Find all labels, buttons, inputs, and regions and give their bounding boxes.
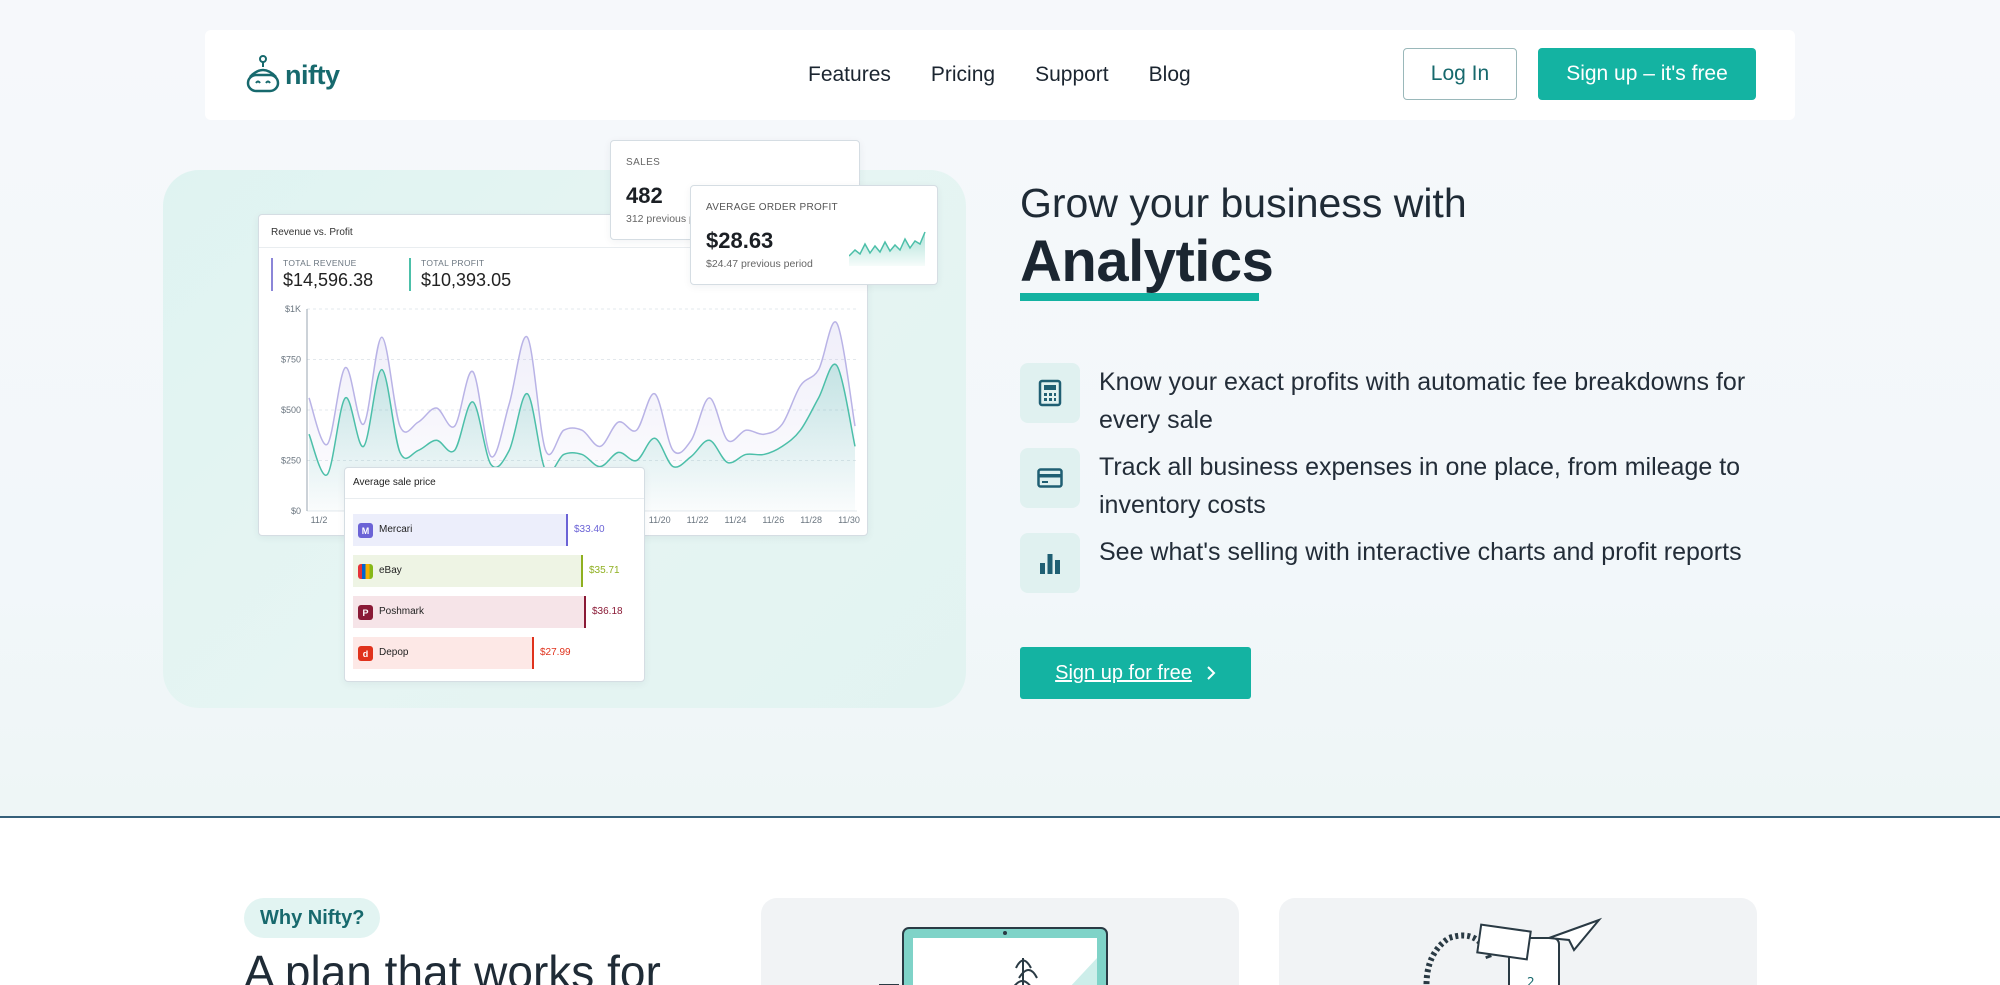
cta-signup-button[interactable]: Sign up for free	[1020, 647, 1251, 699]
x-tick-label: 11/28	[800, 515, 822, 525]
asp-bar-marker	[532, 637, 534, 669]
x-tick-label: 11/2	[311, 515, 328, 525]
feature-text: Know your exact profits with automatic f…	[1099, 368, 1746, 434]
aop-value: $28.63	[706, 228, 774, 253]
laptop-illustration	[761, 898, 1239, 985]
total-revenue-label: TOTAL REVENUE	[283, 258, 357, 268]
top-nav: nifty Features Pricing Support Blog Log …	[205, 30, 1795, 120]
phone-plane-illustration: 2	[1279, 898, 1757, 985]
y-tick-label: $250	[281, 456, 301, 466]
asp-value-label: $27.99	[540, 647, 571, 658]
nav-link-features[interactable]: Features	[808, 63, 891, 87]
mercari-logo-icon: M	[358, 523, 373, 538]
feature-text: Track all business expenses in one place…	[1099, 453, 1741, 519]
calculator-icon	[1038, 379, 1062, 407]
x-tick-label: 11/24	[724, 515, 746, 525]
feature-icon-box	[1020, 533, 1080, 593]
credit-card-icon	[1037, 468, 1063, 488]
y-tick-label: $750	[281, 355, 301, 365]
average-order-profit-card: AVERAGE ORDER PROFIT $28.63 $24.47 previ…	[690, 185, 938, 285]
nav-link-blog[interactable]: Blog	[1149, 63, 1191, 87]
revenue-card-title: Revenue vs. Profit	[271, 227, 353, 238]
ebay-logo-icon	[358, 564, 373, 579]
asp-platform-name: Poshmark	[379, 606, 425, 617]
y-tick-label: $500	[281, 405, 301, 415]
x-tick-label: 11/22	[687, 515, 709, 525]
asp-bar-marker	[581, 555, 583, 587]
nav-links: Features Pricing Support Blog	[808, 30, 1191, 120]
hero-headline-strong: Analytics	[1020, 229, 1274, 294]
nav-link-pricing[interactable]: Pricing	[931, 63, 995, 87]
cta-label: Sign up for free	[1055, 661, 1192, 684]
divider	[345, 498, 644, 499]
sparkline	[849, 231, 926, 266]
asp-bar-marker	[566, 514, 568, 546]
chevron-right-icon	[1207, 666, 1216, 680]
x-tick-label: 11/20	[649, 515, 671, 525]
total-revenue-value: $14,596.38	[283, 270, 374, 290]
sales-label: SALES	[626, 157, 661, 168]
aop-previous: $24.47 previous period	[706, 258, 813, 270]
asp-platform-name: Depop	[379, 647, 409, 658]
hero-headline: Grow your business with	[1020, 180, 1467, 226]
phone-paper-plane-image: 2	[1423, 917, 1603, 985]
y-tick-label: $0	[291, 506, 301, 516]
headline-underline	[1020, 293, 1259, 301]
section-title: A plan that works for	[244, 946, 661, 985]
asp-platform-name: Mercari	[379, 524, 413, 535]
y-tick-label: $1K	[285, 304, 301, 314]
aop-label: AVERAGE ORDER PROFIT	[706, 202, 838, 213]
total-profit-value: $10,393.05	[421, 270, 512, 290]
asp-value-label: $33.40	[574, 524, 605, 535]
asp-bar-marker	[584, 596, 586, 628]
bar-chart-icon	[1040, 554, 1060, 574]
svg-text:2: 2	[1527, 975, 1535, 985]
total-profit-label: TOTAL PROFIT	[421, 258, 485, 268]
feature-text: See what's selling with interactive char…	[1099, 538, 1742, 566]
depop-logo-icon: d	[358, 646, 373, 661]
asp-title: Average sale price	[353, 477, 436, 488]
total-profit-stat: TOTAL PROFIT $10,393.05	[409, 258, 511, 291]
x-tick-label: 11/26	[762, 515, 784, 525]
total-revenue-stat: TOTAL REVENUE $14,596.38	[271, 258, 373, 291]
feature-icon-box	[1020, 448, 1080, 508]
laptop-plant-image	[879, 927, 1108, 985]
sales-value: 482	[626, 183, 663, 208]
poshmark-logo-icon: P	[358, 605, 373, 620]
nav-link-support[interactable]: Support	[1035, 63, 1109, 87]
feature-item-expenses: Track all business expenses in one place…	[1020, 448, 1760, 524]
why-badge: Why Nifty?	[244, 898, 381, 938]
signup-button[interactable]: Sign up – it's free	[1538, 48, 1756, 100]
asp-value-label: $36.18	[592, 606, 623, 617]
x-tick-label: 11/30	[838, 515, 860, 525]
average-sale-price-card: Average sale price M Mercari $33.40 eBay $35…	[344, 467, 645, 682]
robot-logo-icon	[246, 55, 280, 93]
asp-platform-name: eBay	[379, 565, 402, 576]
logo-text: nifty	[285, 59, 340, 90]
feature-item-reports: See what's selling with interactive char…	[1020, 533, 1760, 609]
login-button[interactable]: Log In	[1403, 48, 1517, 100]
feature-item-profits: Know your exact profits with automatic f…	[1020, 363, 1760, 439]
logo[interactable]: nifty	[245, 52, 340, 98]
feature-icon-box	[1020, 363, 1080, 423]
asp-value-label: $35.71	[589, 565, 620, 576]
